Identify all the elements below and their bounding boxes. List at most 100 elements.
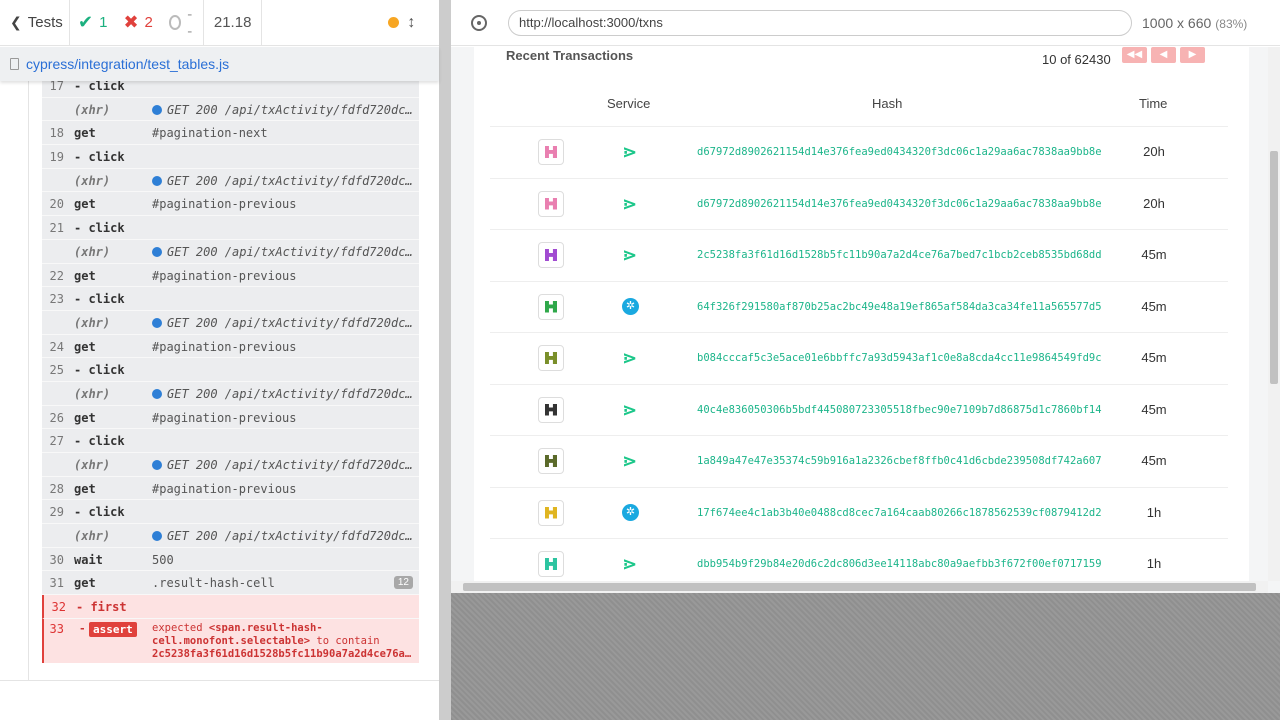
tests-label: Tests [27,14,63,31]
xhr-status-dot-icon [152,531,162,542]
service-arrow-icon: ⋗ [622,399,638,420]
xhr-text: GET 200 /api/txActivity/fdfd720dc… [167,102,413,117]
command-row[interactable]: 25 - click [42,358,419,382]
command-name: - click [74,221,125,236]
xhr-log-row[interactable]: (xhr) GET 200 /api/txActivity/fdfd720dc… [42,524,419,548]
assert-dash: - [79,621,86,635]
result-hash-cell[interactable]: 17f674ee4c1ab3b40e0488cd8cec7a164caab802… [697,507,1102,519]
file-icon [10,58,19,70]
xhr-message: GET 200 /api/txActivity/fdfd720dc… [152,103,414,117]
identicon-avatar [538,499,564,526]
pending-count[interactable]: -- [161,0,203,46]
table-row[interactable]: ⋗ 40c4e836050306b5bdf445080723305518fbec9… [490,385,1228,436]
pagination-next-button[interactable]: ▶ [1180,47,1205,63]
command-name: - click [74,434,125,449]
table-row[interactable]: ⋗ d67972d8902621154d14e376fea9ed0434320f3… [490,127,1228,179]
vertical-scrollbar[interactable] [1268,47,1280,581]
command-message: 500 [152,552,174,567]
result-hash-cell[interactable]: d67972d8902621154d14e376fea9ed0434320f3d… [697,198,1102,210]
result-hash-cell[interactable]: 1a849a47e47e35374c59b916a1a2326cbef8ffb0… [697,455,1102,467]
table-row[interactable]: ✲ 17f674ee4c1ab3b40e0488cd8cec7a164caab80… [490,488,1228,539]
up-down-arrows-icon[interactable]: ↕ [407,14,415,32]
command-row[interactable]: 30 wait 500 [42,548,419,572]
command-row[interactable]: 19 - click [42,145,419,169]
passed-count[interactable]: ✔ 1 [70,0,115,46]
result-hash-cell[interactable]: dbb954b9f29b84e20d6c2dc806d3ee14118abc80… [697,558,1102,570]
viewport-info[interactable]: 1000 x 660 (83%) [1142,15,1247,31]
crosshair-icon[interactable] [471,14,487,31]
table-row[interactable]: ✲ 64f326f291580af870b25ac2bc49e48a19ef865… [490,282,1228,333]
command-row[interactable]: 21 - click [42,216,419,240]
xhr-log-row[interactable]: (xhr) GET 200 /api/txActivity/fdfd720dc… [42,169,419,193]
command-number: 20 [49,197,64,212]
running-controls: ↕ [262,0,425,46]
command-row[interactable]: 28 get #pagination-previous [42,477,419,501]
command-message: #pagination-previous [152,481,297,496]
pagination-first-button[interactable]: ◀◀ [1122,47,1147,63]
result-hash-cell[interactable]: b084cccaf5c3e5ace01e6bbffc7a93d5943af1c0… [697,352,1102,364]
identicon-icon [545,403,557,416]
command-row[interactable]: 29 - click [42,500,419,525]
xhr-log-row[interactable]: (xhr) GET 200 /api/txActivity/fdfd720dc… [42,240,419,264]
result-hash-cell[interactable]: 64f326f291580af870b25ac2bc49e48a19ef865a… [697,301,1102,313]
command-row[interactable]: 24 get #pagination-previous [42,335,419,359]
result-hash-cell[interactable]: 2c5238fa3f61d16d1528b5fc11b90a7a2d4ce76a… [697,249,1102,261]
service-arrow-icon: ⋗ [622,245,638,265]
command-row[interactable]: 32 - first [42,595,419,619]
panel-divider[interactable] [439,0,451,720]
horizontal-scrollbar[interactable] [451,581,1268,593]
xhr-text: GET 200 /api/txActivity/fdfd720dc… [167,315,413,330]
assert-to-contain: to contain [316,634,380,647]
assert-command-row[interactable]: 33 - assert expected <span.result-hash-cell… [42,618,419,663]
command-row[interactable]: 23 - click [42,287,419,311]
time-cell: 45m [1141,350,1167,365]
xhr-log-row[interactable]: (xhr) GET 200 /api/txActivity/fdfd720dc… [42,382,419,406]
command-row[interactable]: 22 get #pagination-previous [42,264,419,288]
scroll-thumb[interactable] [1270,151,1278,384]
identicon-avatar [538,242,564,268]
table-row[interactable]: ⋗ 2c5238fa3f61d16d1528b5fc11b90a7a2d4ce76… [490,230,1228,282]
command-row[interactable]: 17 - click [42,81,419,98]
check-icon: ✔ [78,12,94,32]
command-number: 17 [49,81,64,93]
table-row[interactable]: ⋗ 1a849a47e47e35374c59b916a1a2326cbef8ffb… [490,436,1228,488]
command-list: 17 - click (xhr) GET 200 /api/txActivity/fd… [42,81,419,663]
identicon-avatar [538,190,564,217]
failed-count[interactable]: ✖ 2 [115,0,160,46]
command-row[interactable]: 27 - click [42,429,419,453]
tests-back-button[interactable]: ❮ Tests [0,0,70,46]
x-icon: ✖ [123,12,139,32]
time-cell: 20h [1143,195,1165,211]
command-row[interactable]: 20 get #pagination-previous [42,192,419,217]
xhr-text: GET 200 /api/txActivity/fdfd720dc… [167,458,413,472]
command-number: 22 [49,268,64,283]
spec-file-link[interactable]: cypress/integration/test_tables.js [26,56,229,72]
identicon-icon [545,146,557,158]
service-circle-icon: ✲ [622,503,639,521]
scroll-thumb[interactable] [463,583,1256,591]
pagination-previous-button[interactable]: ◀ [1151,47,1176,63]
command-row[interactable]: 26 get #pagination-previous [42,406,419,430]
command-number: 24 [49,339,64,354]
result-hash-cell[interactable]: 40c4e836050306b5bdf445080723305518fbec90… [697,404,1102,416]
xhr-status-dot-icon [152,388,162,399]
xhr-log-row[interactable]: (xhr) GET 200 /api/txActivity/fdfd720dc… [42,311,419,335]
command-row[interactable]: 18 get #pagination-next [42,121,419,146]
xhr-log-row[interactable]: (xhr) GET 200 /api/txActivity/fdfd720dc… [42,98,419,122]
table-row[interactable]: ⋗ d67972d8902621154d14e376fea9ed0434320f3… [490,179,1228,230]
table-header: Service Hash Time [490,81,1228,127]
table-row[interactable]: ⋗ b084cccaf5c3e5ace01e6bbffc7a93d5943af1c… [490,333,1228,385]
result-hash-cell[interactable]: d67972d8902621154d14e376fea9ed0434320f3d… [697,146,1102,158]
command-name: wait [74,552,103,567]
command-log-panel: ❮ Tests ✔ 1 ✖ 2 -- 21.18 ↕ cypress/integ… [0,0,457,720]
command-number: 28 [49,481,64,496]
xhr-message: GET 200 /api/txActivity/fdfd720dc… [152,245,414,259]
xhr-status-dot-icon [152,317,162,328]
command-name: (xhr) [74,244,111,259]
command-row[interactable]: 31 get .result-hash-cell 12 [42,571,419,596]
viewport-size: 1000 x 660 [1142,14,1212,31]
xhr-log-row[interactable]: (xhr) GET 200 /api/txActivity/fdfd720dc… [42,453,419,477]
assert-label: assert [89,621,137,637]
command-log: 17 - click (xhr) GET 200 /api/txActivity/fd… [28,81,439,680]
command-name: get [74,410,96,425]
